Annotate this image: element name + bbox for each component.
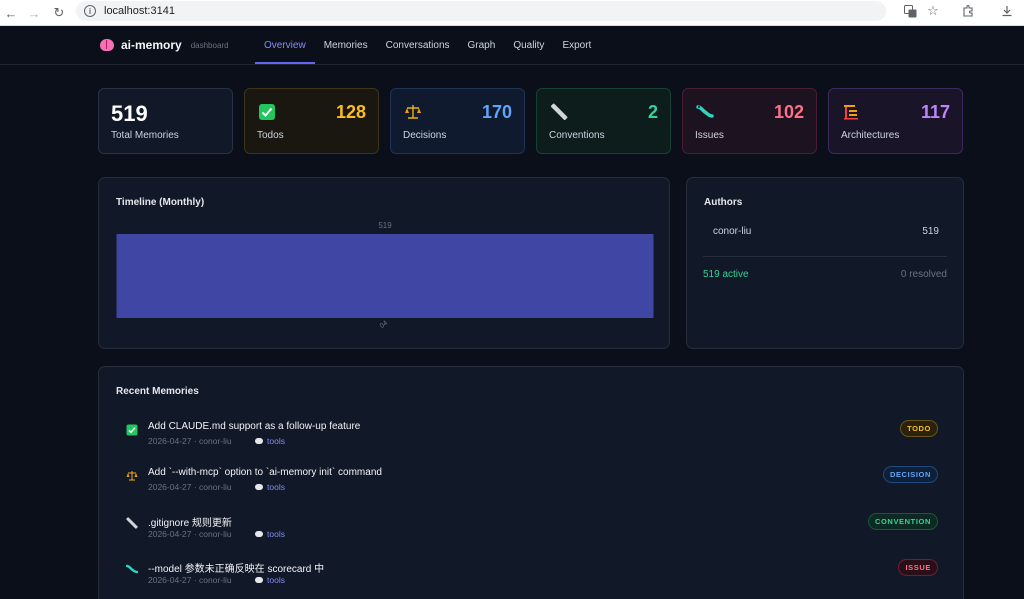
brain-icon bbox=[100, 39, 114, 51]
url-text[interactable]: localhost:3141 bbox=[104, 5, 175, 17]
memory-tag-label: tools bbox=[267, 436, 285, 446]
memory-tag-label: tools bbox=[267, 482, 285, 492]
author-row[interactable]: conor-liu 519 bbox=[703, 226, 939, 237]
memory-title[interactable]: Add `--with-mcp` option to `ai-memory in… bbox=[148, 467, 382, 478]
stat-card-total[interactable]: 519 Total Memories bbox=[98, 88, 233, 154]
memory-meta: 2026-04-27 · conor-liu bbox=[148, 482, 232, 492]
timeline-title: Timeline (Monthly) bbox=[116, 197, 205, 208]
forward-icon[interactable]: → bbox=[23, 0, 45, 26]
memory-title[interactable]: .gitignore 规则更新 bbox=[148, 514, 232, 529]
stat-architectures-value: 117 bbox=[920, 102, 950, 122]
reload-icon[interactable]: ↻ bbox=[48, 0, 70, 26]
x-tick-label: 04 bbox=[379, 320, 390, 330]
app-header: ai-memory dashboard Overview Memories Co… bbox=[0, 26, 1024, 65]
authors-title: Authors bbox=[704, 197, 743, 208]
address-bar[interactable]: i localhost:3141 bbox=[76, 1, 886, 21]
memory-meta: 2026-04-27 · conor-liu bbox=[148, 436, 232, 446]
author-count: 519 bbox=[922, 226, 939, 237]
main-nav: Overview Memories Conversations Graph Qu… bbox=[255, 26, 600, 64]
stat-card-todos[interactable]: 128 Todos bbox=[244, 88, 379, 154]
author-name: conor-liu bbox=[713, 226, 752, 237]
timeline-bar[interactable] bbox=[116, 234, 654, 318]
type-badge: ISSUE bbox=[898, 559, 938, 576]
speech-bubble-icon bbox=[255, 531, 263, 537]
building-icon bbox=[842, 103, 860, 121]
recent-memories-panel: Recent Memories Add CLAUDE.md support as… bbox=[98, 366, 964, 599]
memory-item-issue[interactable]: --model 参数未正确反映在 scorecard 中 2026-04-27 … bbox=[126, 558, 938, 594]
stat-issues-value: 102 bbox=[773, 102, 804, 122]
memory-tag[interactable]: tools bbox=[255, 436, 285, 446]
stat-conventions-value: 2 bbox=[647, 102, 658, 122]
active-count: 519 active bbox=[703, 269, 749, 280]
stat-issues-label: Issues bbox=[695, 130, 724, 141]
memory-title[interactable]: Add CLAUDE.md support as a follow-up fea… bbox=[148, 421, 360, 432]
stat-decisions-value: 170 bbox=[481, 102, 512, 122]
tab-export[interactable]: Export bbox=[553, 26, 600, 64]
tab-graph[interactable]: Graph bbox=[459, 26, 505, 64]
bug-icon bbox=[126, 563, 138, 575]
speech-bubble-icon bbox=[255, 484, 263, 490]
ruler-icon bbox=[550, 103, 568, 121]
memory-title[interactable]: --model 参数未正确反映在 scorecard 中 bbox=[148, 560, 324, 575]
memory-meta: 2026-04-27 · conor-liu bbox=[148, 529, 232, 539]
check-box-icon bbox=[258, 103, 276, 121]
stat-card-issues[interactable]: 102 Issues bbox=[682, 88, 817, 154]
bug-icon bbox=[696, 103, 714, 121]
stat-todos-label: Todos bbox=[257, 130, 284, 141]
ruler-icon bbox=[126, 517, 138, 529]
speech-bubble-icon bbox=[255, 577, 263, 583]
stat-card-architectures[interactable]: 117 Architectures bbox=[828, 88, 963, 154]
memory-tag-label: tools bbox=[267, 575, 285, 585]
scales-icon bbox=[404, 103, 422, 121]
extensions-icon[interactable] bbox=[957, 0, 979, 22]
authors-panel: Authors conor-liu 519 519 active 0 resol… bbox=[686, 177, 964, 349]
type-badge: TODO bbox=[900, 420, 938, 437]
brand-subtitle: dashboard bbox=[190, 40, 229, 50]
timeline-chart: 519 04 bbox=[116, 221, 654, 330]
tab-conversations[interactable]: Conversations bbox=[377, 26, 459, 64]
back-icon[interactable]: ← bbox=[0, 0, 22, 26]
brand[interactable]: ai-memory dashboard bbox=[100, 26, 229, 64]
type-badge: DECISION bbox=[882, 466, 938, 483]
stat-decisions-label: Decisions bbox=[403, 130, 447, 141]
bar-value-label: 519 bbox=[378, 221, 392, 230]
stat-total-value: 519 bbox=[111, 101, 148, 126]
scales-icon bbox=[126, 470, 138, 482]
memory-tag[interactable]: tools bbox=[255, 529, 285, 539]
browser-toolbar: ← → ↻ i localhost:3141 ☆ bbox=[0, 0, 1024, 26]
memory-item-todo[interactable]: Add CLAUDE.md support as a follow-up fea… bbox=[126, 419, 938, 455]
brand-name: ai-memory bbox=[121, 38, 182, 52]
stat-todos-value: 128 bbox=[335, 102, 366, 122]
stat-conventions-label: Conventions bbox=[549, 130, 605, 141]
download-icon[interactable] bbox=[996, 0, 1018, 22]
recent-title: Recent Memories bbox=[116, 386, 199, 397]
speech-bubble-icon bbox=[255, 438, 263, 444]
type-badge: CONVENTION bbox=[867, 513, 938, 530]
divider bbox=[703, 256, 947, 257]
stat-total-label: Total Memories bbox=[111, 130, 179, 141]
check-box-icon bbox=[126, 424, 138, 436]
stat-card-conventions[interactable]: 2 Conventions bbox=[536, 88, 671, 154]
memory-tag[interactable]: tools bbox=[255, 575, 285, 585]
tab-memories[interactable]: Memories bbox=[315, 26, 377, 64]
site-info-icon[interactable]: i bbox=[84, 5, 96, 17]
stat-card-decisions[interactable]: 170 Decisions bbox=[390, 88, 525, 154]
memory-tag[interactable]: tools bbox=[255, 482, 285, 492]
resolved-count: 0 resolved bbox=[900, 269, 947, 280]
tab-quality[interactable]: Quality bbox=[504, 26, 553, 64]
memory-item-convention[interactable]: .gitignore 规则更新 2026-04-27 · conor-liu t… bbox=[126, 512, 938, 548]
memory-tag-label: tools bbox=[267, 529, 285, 539]
tab-overview[interactable]: Overview bbox=[255, 26, 315, 64]
stat-architectures-label: Architectures bbox=[841, 130, 900, 141]
memory-meta: 2026-04-27 · conor-liu bbox=[148, 575, 232, 585]
bookmark-star-icon[interactable]: ☆ bbox=[922, 0, 944, 22]
translate-icon[interactable] bbox=[899, 0, 921, 22]
timeline-panel: Timeline (Monthly) 519 04 bbox=[98, 177, 670, 349]
memory-item-decision[interactable]: Add `--with-mcp` option to `ai-memory in… bbox=[126, 465, 938, 501]
